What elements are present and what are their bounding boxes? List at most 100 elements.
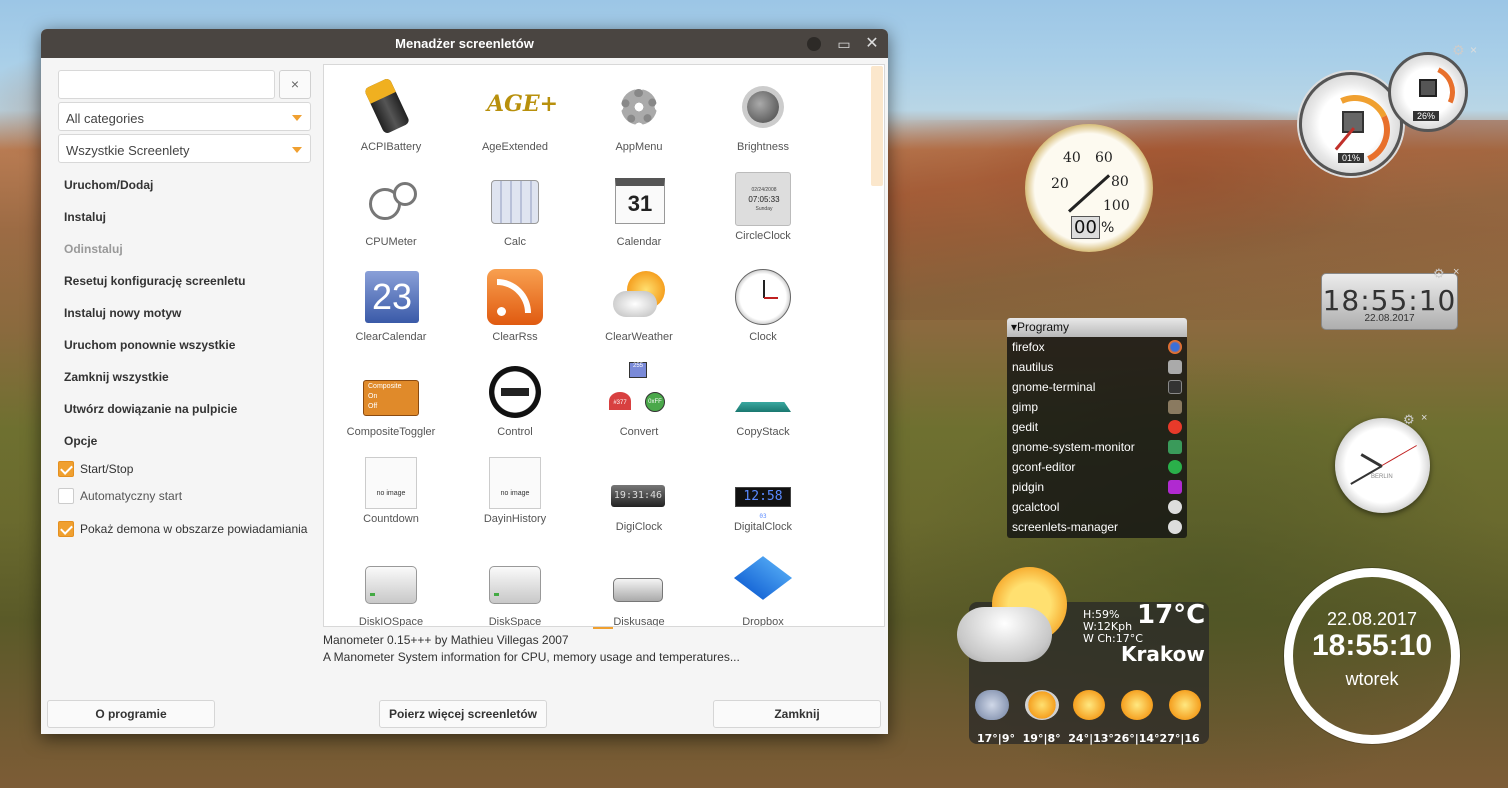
action-launch[interactable]: Uruchom/Dodaj (64, 178, 153, 192)
screenlet-item[interactable]: ClearRss (456, 267, 574, 343)
program-item[interactable]: gimp (1007, 397, 1187, 417)
screenlet-item[interactable]: Composite On Off CompositeToggler (332, 362, 450, 438)
firefox-icon (1168, 340, 1182, 354)
tray-checkbox[interactable] (58, 521, 74, 537)
manometer-widget[interactable]: 20 40 60 80 100 00 % (1025, 124, 1153, 252)
screenlet-item[interactable]: Dropbox (704, 552, 822, 626)
minimize-icon (807, 37, 821, 51)
clear-calendar-icon: 23 (361, 267, 421, 327)
screenlet-item[interactable]: 19:31:46 DigiClock (580, 457, 698, 533)
screenlet-item[interactable]: 31 Calendar (580, 172, 698, 248)
sun-icon (1121, 690, 1153, 720)
action-install-theme[interactable]: Instaluj nowy motyw (64, 306, 181, 320)
close-button[interactable]: ✕ (863, 35, 881, 53)
screenlet-item[interactable]: AppMenu (580, 77, 698, 153)
age-icon: AGE+ (487, 91, 559, 117)
ring-clock-widget[interactable]: 22.08.2017 18:55:10 wtorek (1284, 568, 1460, 744)
gear-icon[interactable]: ⚙ (1452, 42, 1465, 59)
manometer-unit: % (1101, 220, 1115, 236)
description-resize-handle[interactable] (593, 627, 613, 629)
screenlets-icon (1168, 520, 1182, 534)
screenlet-item[interactable]: no image Countdown (332, 457, 450, 525)
program-item[interactable]: gconf-editor (1007, 457, 1187, 477)
screenlet-item[interactable]: DiskSpace (456, 552, 574, 626)
scrollbar[interactable] (871, 66, 883, 186)
action-reset-config[interactable]: Resetuj konfigurację screenletu (64, 274, 245, 288)
hard-drive-icon (485, 552, 545, 612)
screenlet-item[interactable]: Clock (704, 267, 822, 343)
screenlet-item[interactable]: DiskIOSpace (332, 552, 450, 626)
programs-header[interactable]: ▾Programy (1007, 318, 1187, 337)
titlebar[interactable]: Menadżer screenletów ▭ ✕ (41, 29, 888, 58)
screenlet-item[interactable]: no image DayinHistory (456, 457, 574, 525)
action-close-all[interactable]: Zamknij wszystkie (64, 370, 169, 384)
chevron-down-icon (292, 115, 302, 121)
no-image-icon: no image (489, 457, 541, 509)
action-install[interactable]: Instaluj (64, 210, 106, 224)
screenlet-item[interactable]: ACPIBattery (332, 77, 450, 153)
screenlet-item[interactable]: 02/24/2008 07:05:33 Sunday CircleClock (704, 172, 822, 242)
program-item[interactable]: pidgin (1007, 477, 1187, 497)
program-item[interactable]: firefox (1007, 337, 1187, 357)
action-restart-all[interactable]: Uruchom ponownie wszystkie (64, 338, 235, 352)
cpu-meter-widget[interactable]: 01% 26% ⚙ × (1296, 40, 1486, 190)
start-stop-checkbox[interactable] (58, 461, 74, 477)
weather-temp: 17°C (1137, 600, 1206, 630)
control-icon (485, 362, 545, 422)
weather-city: Krakow (1121, 642, 1205, 666)
manometer-tick: 80 (1111, 174, 1129, 190)
get-more-button[interactable]: Poierz więcej screenletów (379, 700, 547, 728)
gcalctool-icon (1168, 500, 1182, 514)
cpu-meter-icon (361, 172, 421, 232)
weather-icon (609, 267, 669, 327)
pidgin-icon (1168, 480, 1182, 494)
screenlet-item[interactable]: ClearWeather (580, 267, 698, 343)
weather-widget[interactable]: H:59% W:12Kph W Ch:17°C 17°C Krakow 17°|… (957, 562, 1211, 748)
screenlet-item[interactable]: 23 ClearCalendar (332, 267, 450, 343)
screenlet-item[interactable]: Calc (456, 172, 574, 248)
program-item[interactable]: gnome-terminal (1007, 377, 1187, 397)
program-item[interactable]: gedit (1007, 417, 1187, 437)
program-item[interactable]: gnome-system-monitor (1007, 437, 1187, 457)
gear-icon[interactable]: ⚙ (1403, 412, 1415, 428)
screenlet-item[interactable]: 255 #377 0xFF Convert (580, 362, 698, 438)
screenlet-item[interactable]: Diskusage (580, 552, 698, 626)
minimize-button[interactable] (805, 35, 823, 53)
copystack-icon (733, 362, 793, 422)
about-button[interactable]: O programie (47, 700, 215, 728)
description-text: A Manometer System information for CPU, … (323, 650, 740, 664)
action-desktop-link[interactable]: Utwórz dowiązanie na pulpicie (64, 402, 237, 416)
program-item[interactable]: gcalctool (1007, 497, 1187, 517)
sun-icon (1073, 690, 1105, 720)
options-heading: Opcje (64, 434, 98, 448)
brightness-icon (733, 77, 793, 137)
weather-forecast: 17°|9° 19°|8° 24°|13°26°|14°27°|16 (977, 732, 1200, 745)
window-title: Menadżer screenletów (395, 36, 534, 51)
screenlet-item[interactable]: Brightness (704, 77, 822, 153)
search-input[interactable] (58, 70, 275, 99)
filter-select[interactable]: Wszystkie Screenlety (58, 134, 311, 163)
screenlet-item[interactable]: CopyStack (704, 362, 822, 438)
close-icon: ✕ (865, 35, 879, 52)
analog-clock-widget[interactable]: BERLIN (1335, 418, 1430, 513)
screenlet-item[interactable]: CPUMeter (332, 172, 450, 248)
clear-search-button[interactable]: × (279, 70, 311, 99)
manometer-tick: 40 (1063, 150, 1081, 166)
close-icon[interactable]: × (1470, 43, 1477, 57)
close-icon[interactable]: × (1453, 266, 1459, 278)
close-window-button[interactable]: Zamknij (713, 700, 881, 728)
gear-icon[interactable]: ⚙ (1433, 266, 1445, 282)
close-icon[interactable]: × (1421, 412, 1427, 424)
program-item[interactable]: screenlets-manager (1007, 517, 1187, 537)
maximize-button[interactable]: ▭ (835, 35, 853, 53)
manometer-tick: 20 (1051, 176, 1069, 192)
category-select[interactable]: All categories (58, 102, 311, 131)
program-item[interactable]: nautilus (1007, 357, 1187, 377)
screenlet-item[interactable]: AGE+ AgeExtended (456, 77, 574, 153)
screenlet-item[interactable]: 12:58 03 DigitalClock (704, 457, 822, 533)
autostart-checkbox[interactable] (58, 488, 74, 504)
clock-second-hand (1381, 445, 1417, 466)
calculator-icon (485, 172, 545, 232)
screenlet-item[interactable]: Control (456, 362, 574, 438)
programs-menu-widget[interactable]: ▾Programy firefox nautilus gnome-termina… (1007, 318, 1187, 538)
